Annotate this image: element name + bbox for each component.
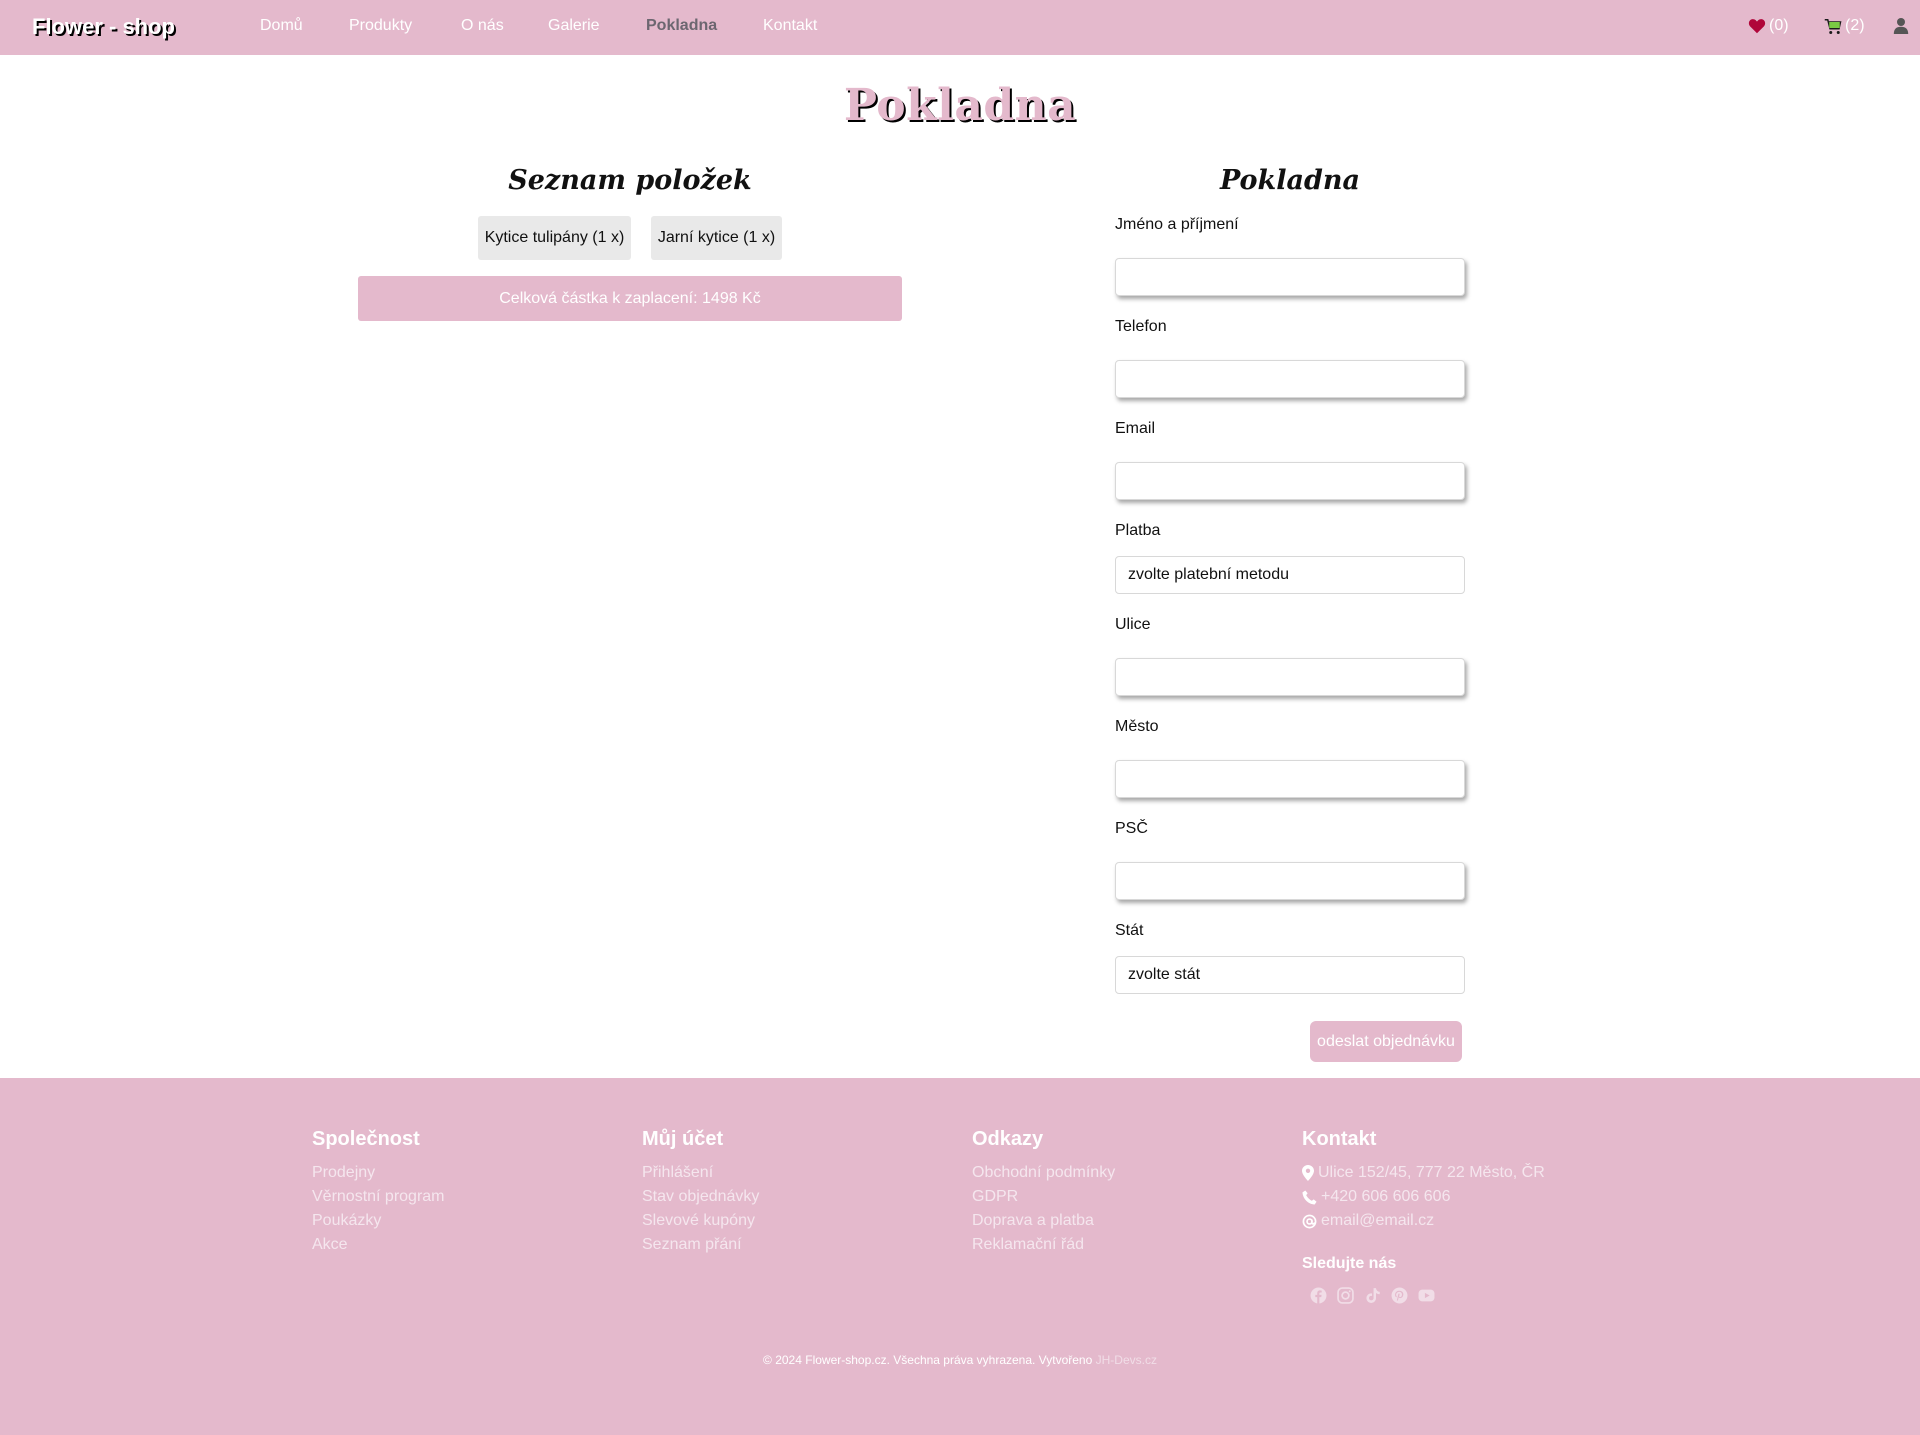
wishlist-count: (0) — [1769, 17, 1789, 34]
instagram-icon[interactable] — [1337, 1287, 1354, 1304]
payment-select[interactable]: zvolte platební metodu — [1115, 556, 1465, 594]
footer-link[interactable]: Obchodní podmínky — [972, 1161, 1115, 1185]
city-input[interactable] — [1115, 760, 1465, 798]
brand-logo[interactable]: Flower - shop — [32, 14, 175, 40]
youtube-icon[interactable] — [1418, 1287, 1435, 1304]
footer-heading: Odkazy — [972, 1128, 1044, 1150]
email-input[interactable] — [1115, 462, 1465, 500]
city-label: Město — [1115, 718, 1159, 735]
footer-link[interactable]: Doprava a platba — [972, 1209, 1115, 1233]
footer-col-account: Můj účet Přihlášení Stav objednávky Slev… — [642, 1128, 759, 1257]
cart-item: Jarní kytice (1 x) — [651, 216, 782, 260]
cart-count: (2) — [1845, 17, 1865, 34]
location-pin-icon — [1302, 1165, 1314, 1181]
contact-phone: +420 606 606 606 — [1302, 1185, 1545, 1209]
social-links — [1302, 1287, 1545, 1304]
copyright: © 2024 Flower-shop.cz. Všechna práva vyh… — [0, 1353, 1920, 1367]
country-label: Stát — [1115, 922, 1144, 939]
phone-label: Telefon — [1115, 318, 1167, 335]
zip-label: PSČ — [1115, 820, 1148, 837]
footer-heading: Kontakt — [1302, 1128, 1377, 1150]
name-label: Jméno a příjmení — [1115, 216, 1239, 233]
payment-label: Platba — [1115, 522, 1161, 539]
nav-link-home[interactable]: Domů — [260, 17, 303, 35]
copyright-text: © 2024 Flower-shop.cz. Všechna práva vyh… — [763, 1353, 1093, 1367]
name-input[interactable] — [1115, 258, 1465, 296]
credit-link[interactable]: JH-Devs.cz — [1096, 1353, 1157, 1367]
street-input[interactable] — [1115, 658, 1465, 696]
items-heading: Seznam položek — [508, 165, 752, 196]
footer-heading: Můj účet — [642, 1128, 724, 1150]
nav-link-checkout[interactable]: Pokladna — [646, 17, 717, 35]
footer-link[interactable]: Poukázky — [312, 1209, 445, 1233]
footer-link[interactable]: Stav objednávky — [642, 1185, 759, 1209]
footer: Společnost Prodejny Věrnostní program Po… — [0, 1078, 1920, 1435]
navbar: Flower - shop Domů Produkty O nás Galeri… — [0, 0, 1920, 55]
footer-link[interactable]: Akce — [312, 1233, 445, 1257]
account-link[interactable] — [1893, 17, 1909, 35]
email-text[interactable]: email@email.cz — [1321, 1209, 1434, 1233]
total-amount: Celková částka k zaplacení: 1498 Kč — [358, 276, 902, 321]
contact-email: email@email.cz — [1302, 1209, 1545, 1233]
footer-col-contact: Kontakt Ulice 152/45, 777 22 Město, ČR +… — [1302, 1128, 1545, 1304]
email-label: Email — [1115, 420, 1156, 437]
cart-icon — [1824, 18, 1842, 34]
cart-link[interactable]: (2) — [1824, 17, 1865, 35]
footer-link[interactable]: Věrnostní program — [312, 1185, 445, 1209]
nav-link-gallery[interactable]: Galerie — [548, 17, 600, 35]
page-title: Pokladna — [843, 80, 1077, 131]
at-sign-icon — [1302, 1214, 1317, 1228]
tiktok-icon[interactable] — [1364, 1287, 1381, 1304]
cart-item: Kytice tulipány (1 x) — [478, 216, 631, 260]
phone-icon — [1302, 1189, 1317, 1205]
wishlist-link[interactable]: (0) — [1748, 17, 1789, 35]
heart-icon — [1748, 19, 1766, 34]
address-text: Ulice 152/45, 777 22 Město, ČR — [1318, 1164, 1545, 1181]
nav-link-contact[interactable]: Kontakt — [763, 17, 817, 35]
phone-input[interactable] — [1115, 360, 1465, 398]
footer-col-company: Společnost Prodejny Věrnostní program Po… — [312, 1128, 445, 1257]
country-select[interactable]: zvolte stát — [1115, 956, 1465, 994]
footer-link[interactable]: Přihlášení — [642, 1161, 759, 1185]
pinterest-icon[interactable] — [1391, 1287, 1408, 1304]
submit-order-button[interactable]: odeslat objednávku — [1310, 1021, 1462, 1062]
street-label: Ulice — [1115, 616, 1151, 633]
nav-link-about[interactable]: O nás — [461, 17, 504, 35]
nav-link-products[interactable]: Produkty — [349, 17, 412, 35]
facebook-icon[interactable] — [1310, 1287, 1327, 1304]
contact-address: Ulice 152/45, 777 22 Město, ČR — [1302, 1161, 1545, 1185]
user-icon — [1893, 18, 1909, 34]
zip-input[interactable] — [1115, 862, 1465, 900]
follow-us-heading: Sledujte nás — [1302, 1255, 1397, 1272]
footer-link[interactable]: Seznam přání — [642, 1233, 759, 1257]
checkout-heading: Pokladna — [1219, 165, 1361, 196]
footer-link[interactable]: Slevové kupóny — [642, 1209, 759, 1233]
footer-col-links: Odkazy Obchodní podmínky GDPR Doprava a … — [972, 1128, 1115, 1257]
footer-heading: Společnost — [312, 1128, 420, 1150]
footer-link[interactable]: GDPR — [972, 1185, 1115, 1209]
phone-text[interactable]: +420 606 606 606 — [1321, 1185, 1450, 1209]
footer-link[interactable]: Prodejny — [312, 1161, 445, 1185]
footer-link[interactable]: Reklamační řád — [972, 1233, 1115, 1257]
